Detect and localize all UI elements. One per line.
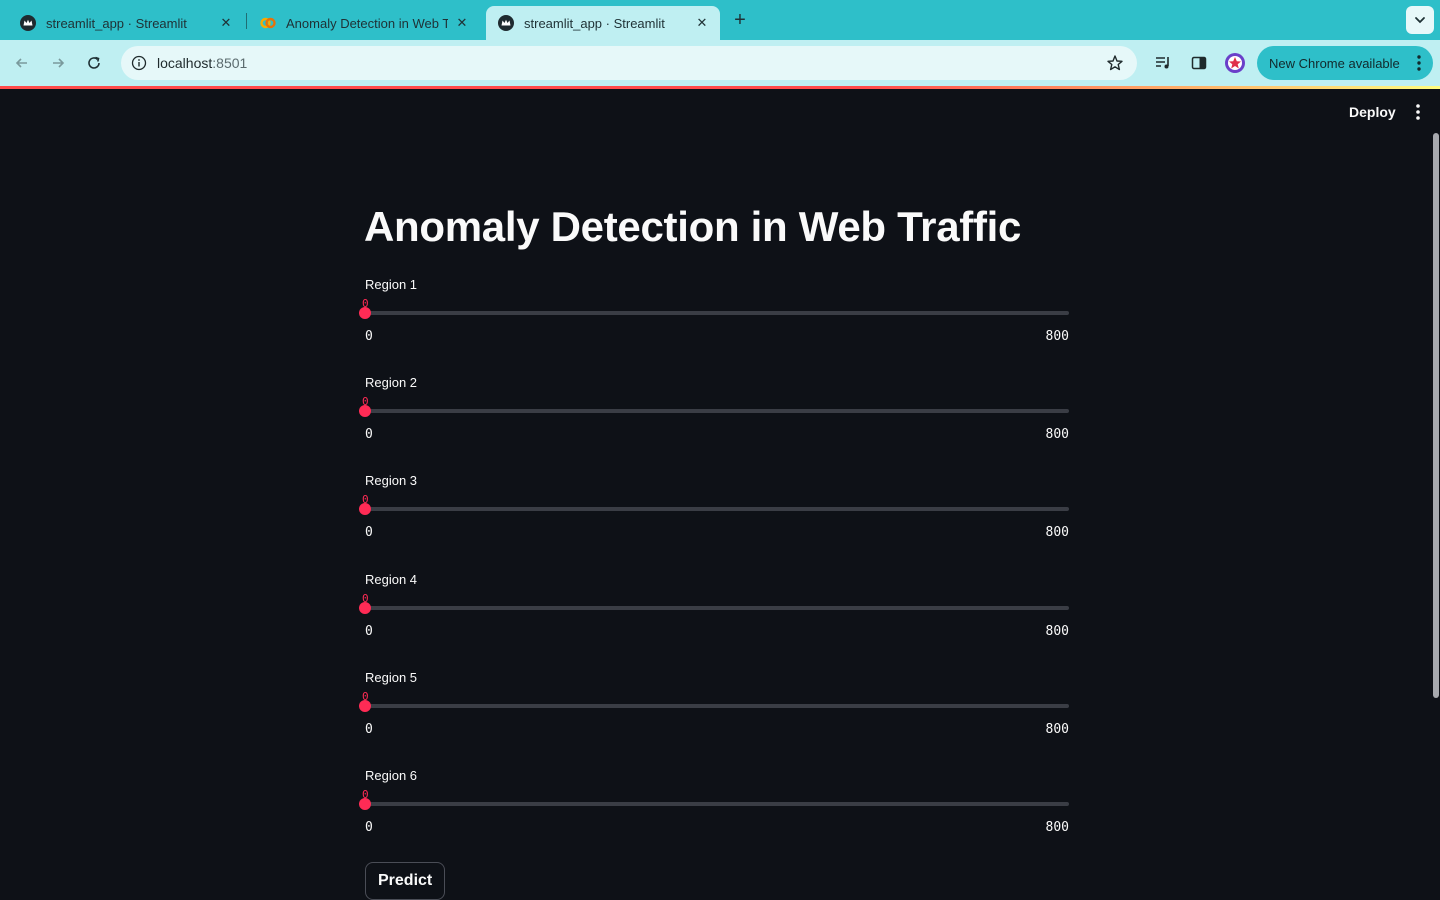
close-icon[interactable]: ✕ xyxy=(454,15,470,31)
slider-min: 0 xyxy=(365,722,373,737)
bookmark-star-icon[interactable] xyxy=(1105,53,1125,73)
forward-button[interactable] xyxy=(46,51,70,75)
streamlit-crown-icon xyxy=(498,15,514,31)
slider-track[interactable] xyxy=(359,405,1069,417)
slider-thumb[interactable] xyxy=(359,503,371,515)
tab-2[interactable]: Anomaly Detection in Web Tr... ✕ xyxy=(248,6,480,40)
new-chrome-available-button[interactable]: New Chrome available xyxy=(1257,46,1433,80)
address-bar[interactable]: localhost:8501 xyxy=(121,46,1137,80)
slider-max: 800 xyxy=(1045,427,1069,442)
main-menu-button[interactable] xyxy=(1408,101,1428,123)
slider-label: Region 5 xyxy=(365,670,418,685)
arrow-left-icon xyxy=(15,58,27,68)
deploy-button[interactable]: Deploy xyxy=(1334,99,1411,125)
tab-search-button[interactable] xyxy=(1406,6,1434,34)
url-text: localhost:8501 xyxy=(157,55,247,71)
slider-min: 0 xyxy=(365,525,373,540)
slider-region-5: Region 5 0 0 800 xyxy=(359,670,1070,750)
slider-region-6: Region 6 0 0 800 xyxy=(359,768,1070,848)
tab-separator xyxy=(246,13,247,29)
url-port: :8501 xyxy=(212,55,248,71)
slider-region-4: Region 4 0 0 800 xyxy=(359,572,1070,652)
slider-thumb[interactable] xyxy=(359,700,371,712)
slider-track[interactable] xyxy=(359,798,1069,810)
slider-thumb[interactable] xyxy=(359,405,371,417)
arrow-right-icon xyxy=(53,58,65,68)
slider-min: 0 xyxy=(365,329,373,344)
kebab-menu-icon xyxy=(1416,104,1420,120)
kebab-menu-icon xyxy=(1417,55,1421,71)
page-title: Anomaly Detection in Web Traffic xyxy=(364,203,1022,250)
colab-icon xyxy=(260,17,276,29)
close-icon[interactable]: ✕ xyxy=(218,15,234,31)
slider-thumb[interactable] xyxy=(359,602,371,614)
slider-label: Region 6 xyxy=(365,768,418,783)
update-button-label: New Chrome available xyxy=(1269,55,1400,71)
slider-thumb[interactable] xyxy=(359,307,371,319)
streamlit-app: Deploy Anomaly Detection in Web Traffic … xyxy=(0,89,1440,900)
tab-strip: streamlit_app · Streamlit ✕ Anomaly Dete… xyxy=(0,0,1440,40)
slider-max: 800 xyxy=(1045,525,1069,540)
slider-track[interactable] xyxy=(359,307,1069,319)
slider-max: 800 xyxy=(1045,820,1069,835)
slider-max: 800 xyxy=(1045,329,1069,344)
tab-3-active[interactable]: streamlit_app · Streamlit ✕ xyxy=(486,6,720,40)
side-panel-icon[interactable] xyxy=(1188,52,1210,74)
back-button[interactable] xyxy=(10,51,34,75)
predict-button[interactable]: Predict xyxy=(365,862,446,900)
slider-region-1: Region 1 0 0 800 xyxy=(359,277,1070,357)
tab-title: streamlit_app · Streamlit xyxy=(524,15,665,31)
slider-max: 800 xyxy=(1045,624,1069,639)
slider-region-2: Region 2 0 0 800 xyxy=(359,375,1070,455)
slider-min: 0 xyxy=(365,624,373,639)
slider-label: Region 1 xyxy=(365,277,418,292)
slider-min: 0 xyxy=(365,427,373,442)
profile-avatar-icon[interactable] xyxy=(1224,52,1246,74)
new-tab-icon[interactable]: + xyxy=(728,8,752,32)
reload-icon xyxy=(88,56,100,69)
slider-track[interactable] xyxy=(359,700,1069,712)
slider-label: Region 3 xyxy=(365,473,418,488)
tab-1[interactable]: streamlit_app · Streamlit ✕ xyxy=(8,6,244,40)
browser-toolbar: localhost:8501 New Chrome available xyxy=(0,40,1440,86)
slider-label: Region 2 xyxy=(365,375,418,390)
slider-track[interactable] xyxy=(359,503,1069,515)
tab-title: Anomaly Detection in Web Tr... xyxy=(286,15,448,31)
tab-title: streamlit_app · Streamlit xyxy=(46,15,187,31)
slider-track[interactable] xyxy=(359,602,1069,614)
reload-button[interactable] xyxy=(82,51,106,75)
slider-label: Region 4 xyxy=(365,572,418,587)
page-scrollbar[interactable] xyxy=(1433,133,1439,698)
slider-max: 800 xyxy=(1045,722,1069,737)
slider-thumb[interactable] xyxy=(359,798,371,810)
close-icon[interactable]: ✕ xyxy=(694,15,710,31)
streamlit-crown-icon xyxy=(20,15,36,31)
url-host: localhost xyxy=(157,55,213,71)
chevron-down-icon xyxy=(1415,17,1425,24)
media-control-icon[interactable] xyxy=(1152,52,1174,74)
slider-region-3: Region 3 0 0 800 xyxy=(359,473,1070,553)
slider-min: 0 xyxy=(365,820,373,835)
site-info-icon[interactable] xyxy=(129,53,149,73)
